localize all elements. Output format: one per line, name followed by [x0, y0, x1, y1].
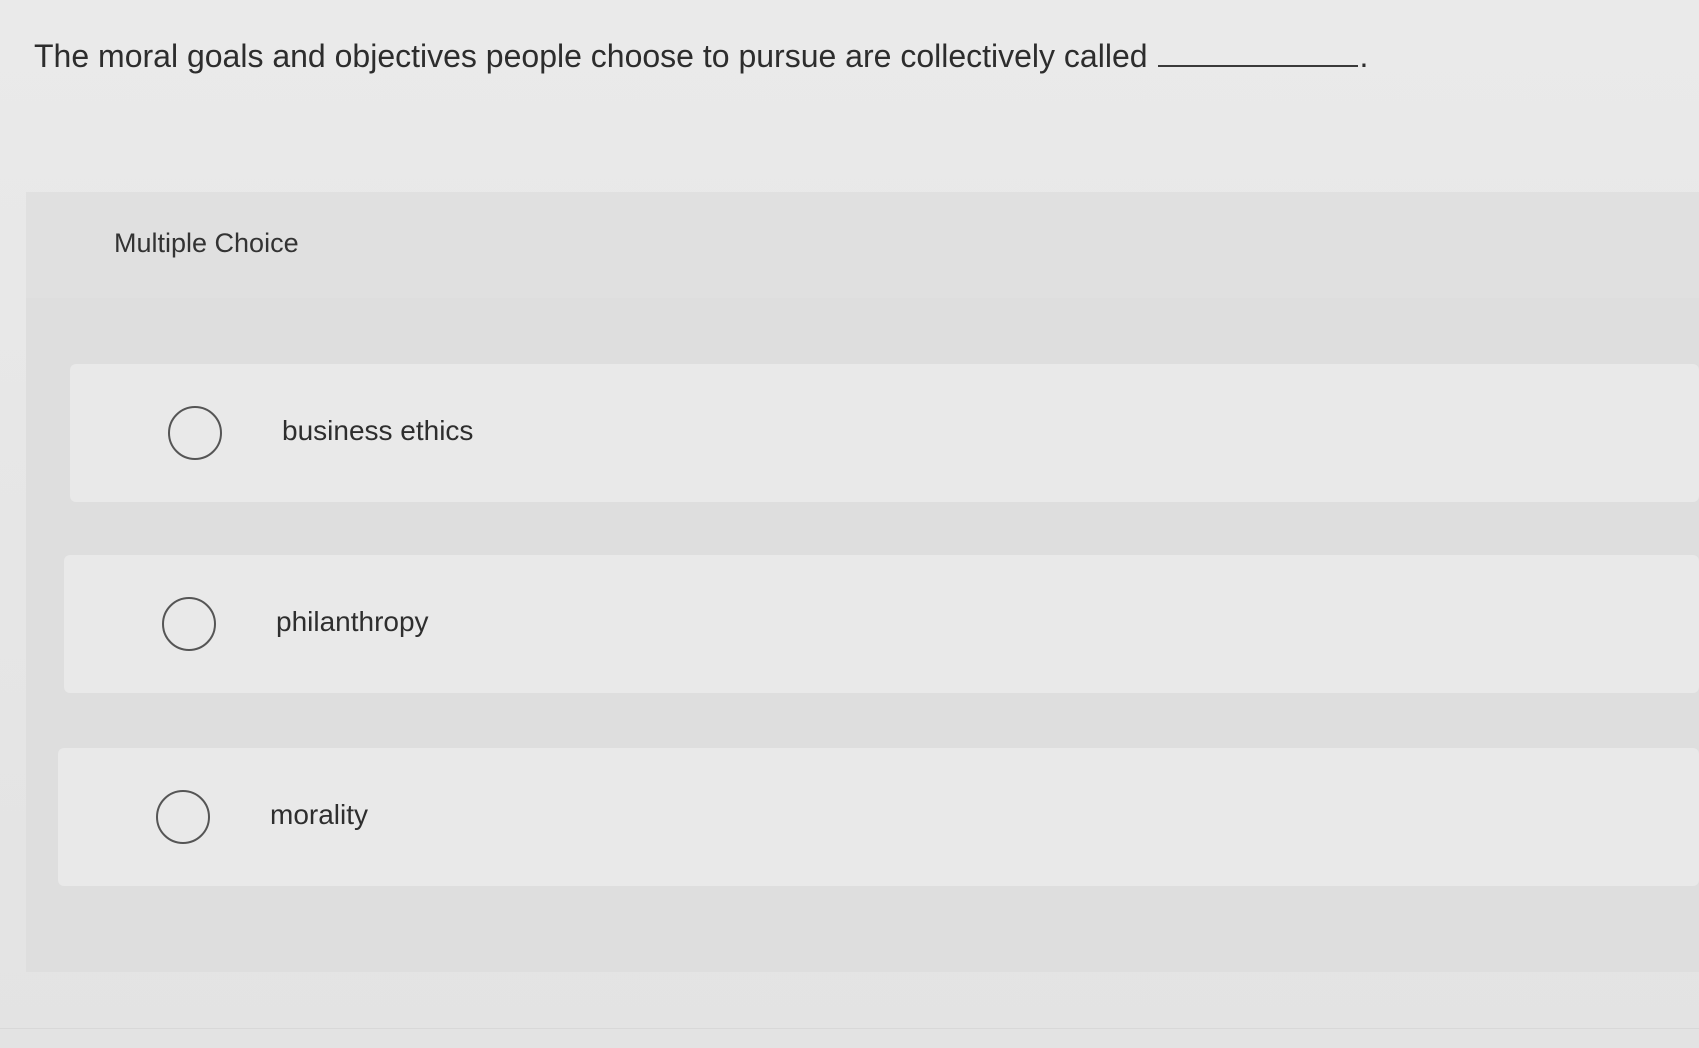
bottom-divider	[0, 1028, 1699, 1029]
question-period: .	[1359, 38, 1369, 74]
radio-button-icon[interactable]	[168, 406, 222, 460]
multiple-choice-label: Multiple Choice	[114, 228, 299, 258]
option-business-ethics[interactable]: business ethics	[70, 364, 1699, 502]
quiz-page: The moral goals and objectives people ch…	[0, 0, 1699, 1048]
radio-button-icon[interactable]	[156, 790, 210, 844]
radio-button-icon[interactable]	[162, 597, 216, 651]
multiple-choice-header: Multiple Choice	[26, 192, 1699, 298]
option-morality[interactable]: morality	[58, 748, 1699, 886]
question-text: The moral goals and objectives people ch…	[34, 38, 1148, 74]
option-label: morality	[270, 799, 369, 830]
answer-blank	[1157, 39, 1358, 67]
multiple-choice-panel: Multiple Choice business ethics philanth…	[26, 192, 1699, 972]
option-label: business ethics	[282, 415, 474, 446]
question-prompt: The moral goals and objectives people ch…	[34, 36, 1634, 76]
option-philanthropy[interactable]: philanthropy	[64, 555, 1699, 693]
option-label: philanthropy	[276, 606, 429, 637]
